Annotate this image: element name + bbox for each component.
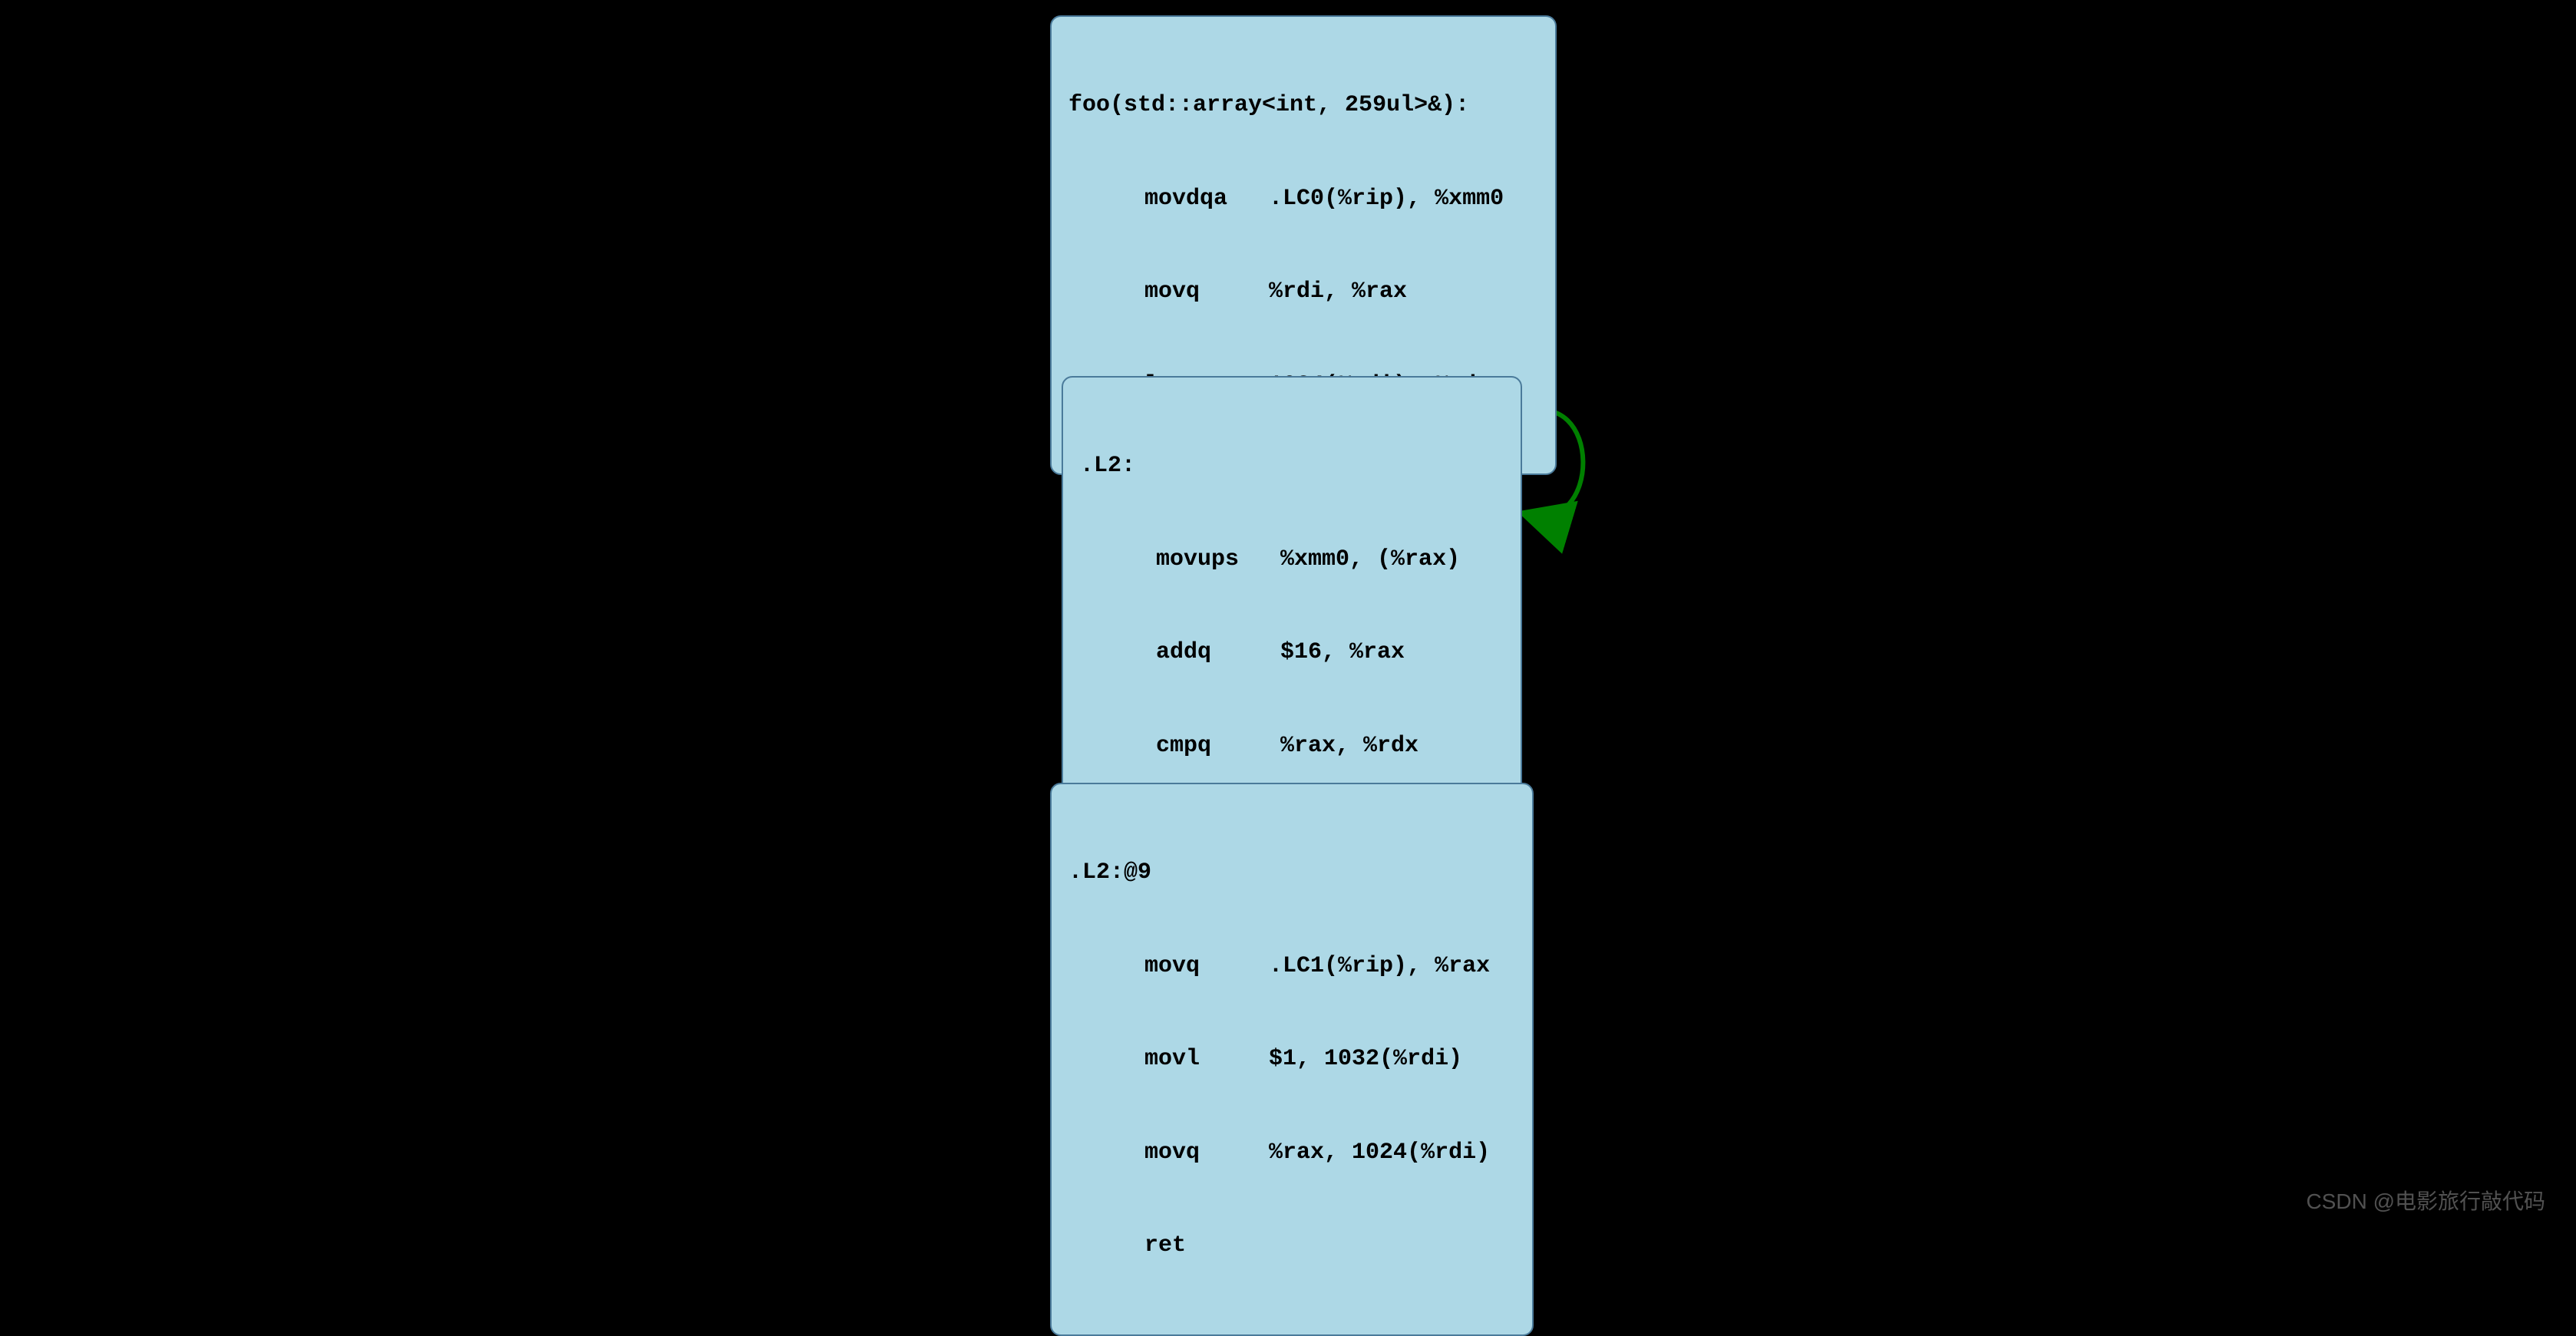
node-label: .L2: [1080,450,1504,482]
cfg-node-exit: .L2:@9 movq.LC1(%rip), %rax movl$1, 1032… [1050,783,1534,1336]
instr: addq$16, %rax [1080,637,1504,668]
node-label: foo(std::array<int, 259ul>&): [1068,90,1538,121]
instr: cmpq%rax, %rdx [1080,731,1504,762]
instr: movdqa.LC0(%rip), %xmm0 [1068,183,1538,215]
cfg-diagram: foo(std::array<int, 259ul>&): movdqa.LC0… [827,0,1749,1239]
instr: movq%rdi, %rax [1068,276,1538,308]
instr: movq.LC1(%rip), %rax [1068,951,1515,982]
instr: movl$1, 1032(%rdi) [1068,1044,1515,1075]
instr: movq%rax, 1024(%rdi) [1068,1137,1515,1169]
instr: ret [1068,1230,1515,1262]
node-label: .L2:@9 [1068,857,1515,889]
instr: movups%xmm0, (%rax) [1080,544,1504,576]
watermark: CSDN @电影旅行敲代码 [2306,1185,2545,1216]
